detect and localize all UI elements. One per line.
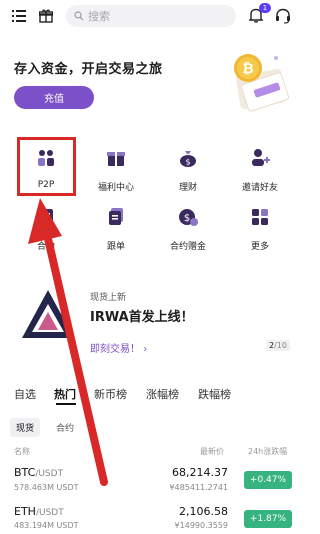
grid-item-contract[interactable]: 合约 bbox=[16, 207, 76, 265]
row-change-badge[interactable]: +0.47% bbox=[244, 471, 292, 489]
irwa-logo bbox=[22, 290, 74, 338]
grid-label: 合约 bbox=[36, 242, 55, 252]
tab-favorites[interactable]: 自选 bbox=[14, 386, 36, 402]
contract-icon bbox=[39, 209, 53, 225]
bonus-coin-icon: $ bbox=[179, 209, 198, 226]
banner-pager: 2/10 bbox=[266, 340, 290, 351]
column-price: 最新价 bbox=[200, 447, 224, 456]
row-volume: 578.463M USDT bbox=[14, 483, 79, 492]
tab-gainers[interactable]: 涨幅榜 bbox=[146, 386, 179, 402]
grid-label: 理财 bbox=[178, 183, 197, 193]
more-grid-icon bbox=[252, 209, 268, 225]
column-name: 名称 bbox=[14, 447, 30, 456]
tab-hot[interactable]: 热门 bbox=[54, 386, 76, 402]
svg-text:$: $ bbox=[184, 213, 190, 224]
menu-icon[interactable] bbox=[10, 8, 28, 24]
grid-item-copy-trade[interactable]: 跟单 bbox=[86, 207, 146, 265]
tab-new-coins[interactable]: 新币榜 bbox=[94, 386, 127, 402]
row-fiat-price: ¥485411.2741 bbox=[169, 483, 228, 492]
grid-item-welfare[interactable]: 福利中心 bbox=[86, 148, 146, 206]
grid-label: 邀请好友 bbox=[241, 183, 278, 193]
grid-label: 合约赠金 bbox=[169, 242, 206, 252]
bitcoin-wallet-illustration: ₿ bbox=[234, 54, 290, 112]
grid-label: 福利中心 bbox=[97, 183, 134, 193]
banner-new-listing: 现货上新 bbox=[90, 293, 127, 303]
invite-user-icon bbox=[252, 149, 270, 166]
grid-label: 更多 bbox=[250, 242, 269, 252]
notification-badge: 1 bbox=[259, 3, 271, 13]
gift-icon[interactable] bbox=[37, 7, 55, 25]
row-symbol[interactable]: ETH/USDT bbox=[14, 505, 64, 518]
tab-underline bbox=[56, 403, 76, 405]
row-volume: 483.194M USDT bbox=[14, 521, 79, 530]
row-change-badge[interactable]: +1.87% bbox=[244, 510, 292, 528]
grid-item-more[interactable]: 更多 bbox=[230, 207, 290, 265]
tab-losers[interactable]: 跌幅榜 bbox=[198, 386, 231, 402]
row-fiat-price: ¥14990.3559 bbox=[174, 521, 228, 530]
banner-trade-link[interactable]: 即刻交易！ › bbox=[90, 340, 147, 355]
row-symbol[interactable]: BTC/USDT bbox=[14, 466, 63, 479]
column-change: 24h涨跌幅 bbox=[248, 447, 288, 456]
gift-icon bbox=[107, 152, 125, 166]
search-icon bbox=[74, 11, 84, 21]
row-base: BTC bbox=[14, 466, 36, 479]
row-price: 68,214.37 bbox=[172, 466, 228, 479]
row-quote: /USDT bbox=[35, 469, 64, 479]
money-bag-icon: $ bbox=[180, 151, 196, 167]
banner-link-text: 即刻交易！ bbox=[90, 344, 140, 355]
row-base: ETH bbox=[14, 505, 36, 518]
chevron-right-icon: › bbox=[143, 344, 148, 355]
deposit-button[interactable]: 充值 bbox=[14, 86, 94, 109]
grid-item-invite[interactable]: 邀请好友 bbox=[230, 148, 290, 206]
pager-total: /10 bbox=[274, 341, 287, 350]
banner-title: IRWA首发上线！ bbox=[90, 310, 194, 325]
svg-text:$: $ bbox=[185, 158, 190, 167]
svg-text:₿: ₿ bbox=[242, 61, 253, 77]
grid-label: 跟单 bbox=[106, 242, 125, 252]
p2p-highlight-box bbox=[17, 137, 76, 196]
subtab-contract[interactable]: 合约 bbox=[56, 421, 74, 434]
row-price: 2,106.58 bbox=[179, 505, 228, 518]
row-quote: /USDT bbox=[35, 508, 64, 518]
search-placeholder: 搜索 bbox=[88, 10, 110, 23]
hero-title: 存入资金，开启交易之旅 bbox=[14, 62, 163, 77]
grid-item-contract-bonus[interactable]: $ 合约赠金 bbox=[158, 207, 218, 265]
headset-icon[interactable] bbox=[273, 6, 293, 26]
search-input[interactable]: 搜索 bbox=[66, 5, 236, 27]
copy-trade-icon bbox=[109, 208, 123, 225]
grid-item-finance[interactable]: $ 理财 bbox=[158, 148, 218, 206]
subtab-spot[interactable]: 现货 bbox=[10, 418, 41, 437]
